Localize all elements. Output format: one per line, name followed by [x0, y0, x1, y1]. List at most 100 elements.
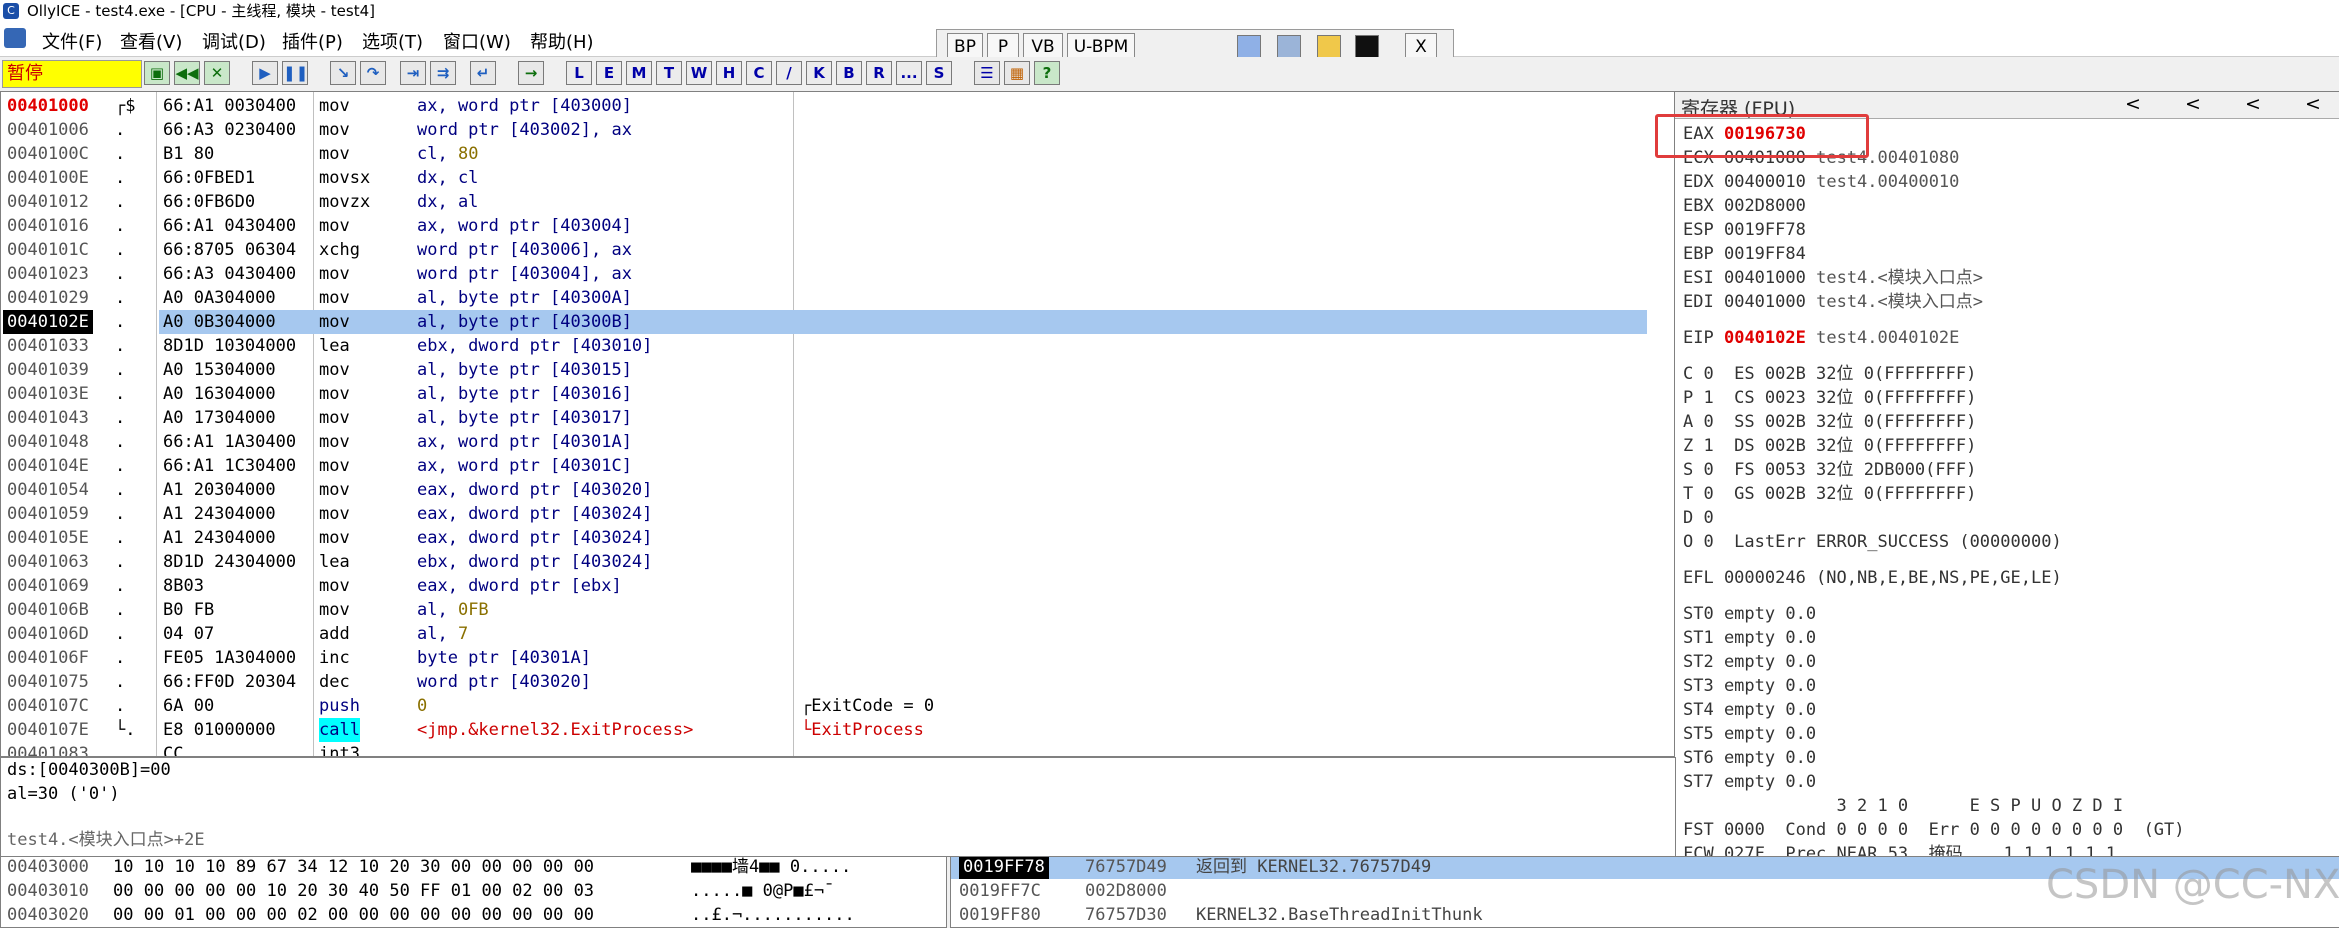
disasm-row[interactable]: 00401043. A0 17304000 mov al, byte ptr [403… [1, 406, 1675, 430]
fpu-row[interactable]: ST6 empty 0.0 [1683, 746, 1816, 770]
arrow-left-icon[interactable]: < [2245, 93, 2261, 115]
patches-window-button[interactable]: / [776, 61, 802, 85]
folder-icon[interactable] [1317, 35, 1341, 59]
flag-row[interactable]: T 0 GS 002B 32位 0(FFFFFFFF) [1683, 482, 1976, 506]
efl-row[interactable]: EFL 00000246 (NO,NB,E,BE,NS,PE,GE,LE) [1683, 566, 2062, 590]
register-row[interactable]: ESI 00401000 test4.<模块入口点> [1683, 266, 1983, 290]
fpu-row[interactable]: ST7 empty 0.0 [1683, 770, 1816, 794]
registers-pane[interactable]: 寄存器 (FPU) < < < < EAX 00196730 ECX 00401… [1674, 91, 2339, 857]
trace-into-icon[interactable]: ⇥ [400, 61, 426, 85]
disasm-row[interactable]: 0040107E └. E8 01000000 call <jmp.&kernel32.… [1, 717, 1675, 742]
disasm-row[interactable]: 0040100C. B1 80 mov cl, 80 [1, 142, 1675, 166]
disassembly-pane[interactable]: 00401000 ┌$ 66:A1 0030400 mov ax, word ptr [… [0, 91, 1676, 757]
flag-row[interactable]: O 0 LastErr ERROR_SUCCESS (00000000) [1683, 530, 2062, 554]
pause-icon[interactable]: ❚❚ [282, 61, 308, 85]
run-trace-window-button[interactable]: ... [896, 61, 922, 85]
references-window-button[interactable]: R [866, 61, 892, 85]
menu-help[interactable]: 帮助(H) [530, 28, 594, 54]
disasm-row[interactable]: 00401029. A0 0A304000 mov al, byte ptr [403… [1, 286, 1675, 310]
arrow-left-icon[interactable]: < [2125, 93, 2141, 115]
dump-row[interactable]: 00403020 00 00 01 00 00 00 02 00 00 00 00… [1, 903, 946, 927]
register-row[interactable]: EDX 00400010 test4.00400010 [1683, 170, 1959, 194]
grid-icon[interactable]: ▦ [1004, 61, 1030, 85]
disasm-row[interactable]: 0040106B. B0 FB mov al, 0FB [1, 598, 1675, 622]
disasm-row[interactable]: 0040104E. 66:A1 1C30400 mov ax, word ptr [4… [1, 454, 1675, 478]
system-menu-icon[interactable] [4, 28, 26, 48]
callstack-window-button[interactable]: K [806, 61, 832, 85]
disasm-row[interactable]: 00401033. 8D1D 10304000 lea ebx, dword ptr … [1, 334, 1675, 358]
log-window-button[interactable]: L [566, 61, 592, 85]
menu-options[interactable]: 选项(T) [362, 28, 423, 54]
open-icon[interactable]: ▣ [144, 61, 170, 85]
menu-debug[interactable]: 调试(D) [202, 28, 266, 54]
disasm-row[interactable]: 0040106F. FE05 1A304000 inc byte ptr [40301… [1, 646, 1675, 670]
threads-window-button[interactable]: T [656, 61, 682, 85]
register-value[interactable]: 00401000 [1724, 268, 1806, 288]
disasm-row[interactable]: 00401059. A1 24304000 mov eax, dword ptr [4… [1, 502, 1675, 526]
flag-row[interactable]: Z 1 DS 002B 32位 0(FFFFFFFF) [1683, 434, 1976, 458]
memory-dump-pane[interactable]: 00403000 10 10 10 10 89 67 34 12 10 20 30… [0, 856, 947, 928]
register-value[interactable]: 0019FF84 [1724, 244, 1806, 264]
register-row[interactable]: EBP 0019FF84 [1683, 242, 1816, 266]
memory-window-button[interactable]: M [626, 61, 652, 85]
disasm-row[interactable]: 0040107C. 6A 00 push 0 ┌ExitCode = 0 [1, 694, 1675, 718]
list-icon[interactable]: ☰ [974, 61, 1000, 85]
register-row[interactable]: EBX 002D8000 [1683, 194, 1816, 218]
trace-over-icon[interactable]: ⇉ [430, 61, 456, 85]
arrow-left-icon[interactable]: < [2305, 93, 2321, 115]
disasm-row[interactable]: 0040101C. 66:8705 06304 xchg word ptr [4030… [1, 238, 1675, 262]
arrow-left-icon[interactable]: < [2185, 93, 2201, 115]
disasm-row[interactable]: 00401075. 66:FF0D 20304 dec word ptr [40302… [1, 670, 1675, 694]
disasm-row[interactable]: 00401048. 66:A1 1A30400 mov ax, word ptr [4… [1, 430, 1675, 454]
menu-plugins[interactable]: 插件(P) [282, 28, 343, 54]
fpu-row[interactable]: ST2 empty 0.0 [1683, 650, 1816, 674]
flag-row[interactable]: A 0 SS 002B 32位 0(FFFFFFFF) [1683, 410, 1976, 434]
disasm-row[interactable]: 00401000 ┌$ 66:A1 0030400 mov ax, word ptr [… [1, 94, 1675, 118]
disasm-row[interactable]: 00401016. 66:A1 0430400 mov ax, word ptr [4… [1, 214, 1675, 238]
windows-window-button[interactable]: W [686, 61, 712, 85]
register-value[interactable]: 00401000 [1724, 292, 1806, 312]
register-row-eip[interactable]: EIP 0040102E test4.0040102E [1683, 326, 1959, 350]
disasm-row[interactable]: 00401083 CC int3 [1, 742, 1675, 756]
register-value[interactable]: 0040102E [1724, 328, 1806, 348]
disasm-row[interactable]: 0040103E. A0 16304000 mov al, byte ptr [403… [1, 382, 1675, 406]
breakpoints-window-button[interactable]: B [836, 61, 862, 85]
disasm-row[interactable]: 00401063. 8D1D 24304000 lea ebx, dword ptr … [1, 550, 1675, 574]
disasm-row[interactable]: 0040102E. A0 0B304000 mov al, byte ptr [403… [1, 309, 1675, 334]
register-row[interactable]: EDI 00401000 test4.<模块入口点> [1683, 290, 1983, 314]
disasm-row[interactable]: 00401054. A1 20304000 mov eax, dword ptr [4… [1, 478, 1675, 502]
register-row[interactable]: ESP 0019FF78 [1683, 218, 1816, 242]
step-into-icon[interactable]: ↘ [330, 61, 356, 85]
register-value[interactable]: 002D8000 [1724, 196, 1806, 216]
disasm-row[interactable]: 00401006. 66:A3 0230400 mov word ptr [40300… [1, 118, 1675, 142]
flag-row[interactable]: P 1 CS 0023 32位 0(FFFFFFFF) [1683, 386, 1976, 410]
fpu-row[interactable]: ST0 empty 0.0 [1683, 602, 1816, 626]
dump-row[interactable]: 00403010 00 00 00 00 00 10 20 30 40 50 FF… [1, 879, 946, 903]
disasm-row[interactable]: 0040100E. 66:0FBED1 movsx dx, cl [1, 166, 1675, 190]
disasm-row[interactable]: 00401023. 66:A3 0430400 mov word ptr [40300… [1, 262, 1675, 286]
register-value[interactable]: 0019FF78 [1724, 220, 1806, 240]
menu-view[interactable]: 查看(V) [120, 28, 182, 54]
fpu-row[interactable]: ST4 empty 0.0 [1683, 698, 1816, 722]
source-window-button[interactable]: S [926, 61, 952, 85]
flag-row[interactable]: D 0 [1683, 506, 1714, 530]
cpu-window-button[interactable]: C [746, 61, 772, 85]
execute-till-return-icon[interactable]: ↵ [470, 61, 496, 85]
handles-window-button[interactable]: H [716, 61, 742, 85]
run-icon[interactable]: ▶ [252, 61, 278, 85]
flag-row[interactable]: C 0 ES 002B 32位 0(FFFFFFFF) [1683, 362, 1976, 386]
step-over-icon[interactable]: ↷ [360, 61, 386, 85]
calculator-icon[interactable] [1277, 35, 1301, 59]
register-value[interactable]: 00400010 [1724, 172, 1806, 192]
fpu-row[interactable]: ST1 empty 0.0 [1683, 626, 1816, 650]
fpu-row[interactable]: ST5 empty 0.0 [1683, 722, 1816, 746]
menu-file[interactable]: 文件(F) [42, 28, 102, 54]
fpu-row[interactable]: ST3 empty 0.0 [1683, 674, 1816, 698]
disasm-row[interactable]: 0040105E. A1 24304000 mov eax, dword ptr [4… [1, 526, 1675, 550]
disasm-row[interactable]: 00401012. 66:0FB6D0 movzx dx, al [1, 190, 1675, 214]
dump-row[interactable]: 00403000 10 10 10 10 89 67 34 12 10 20 30… [1, 857, 946, 879]
notepad-icon[interactable] [1237, 35, 1261, 59]
help-icon[interactable]: ? [1034, 61, 1060, 85]
restart-icon[interactable]: ◀◀ [174, 61, 200, 85]
console-icon[interactable] [1355, 35, 1379, 59]
